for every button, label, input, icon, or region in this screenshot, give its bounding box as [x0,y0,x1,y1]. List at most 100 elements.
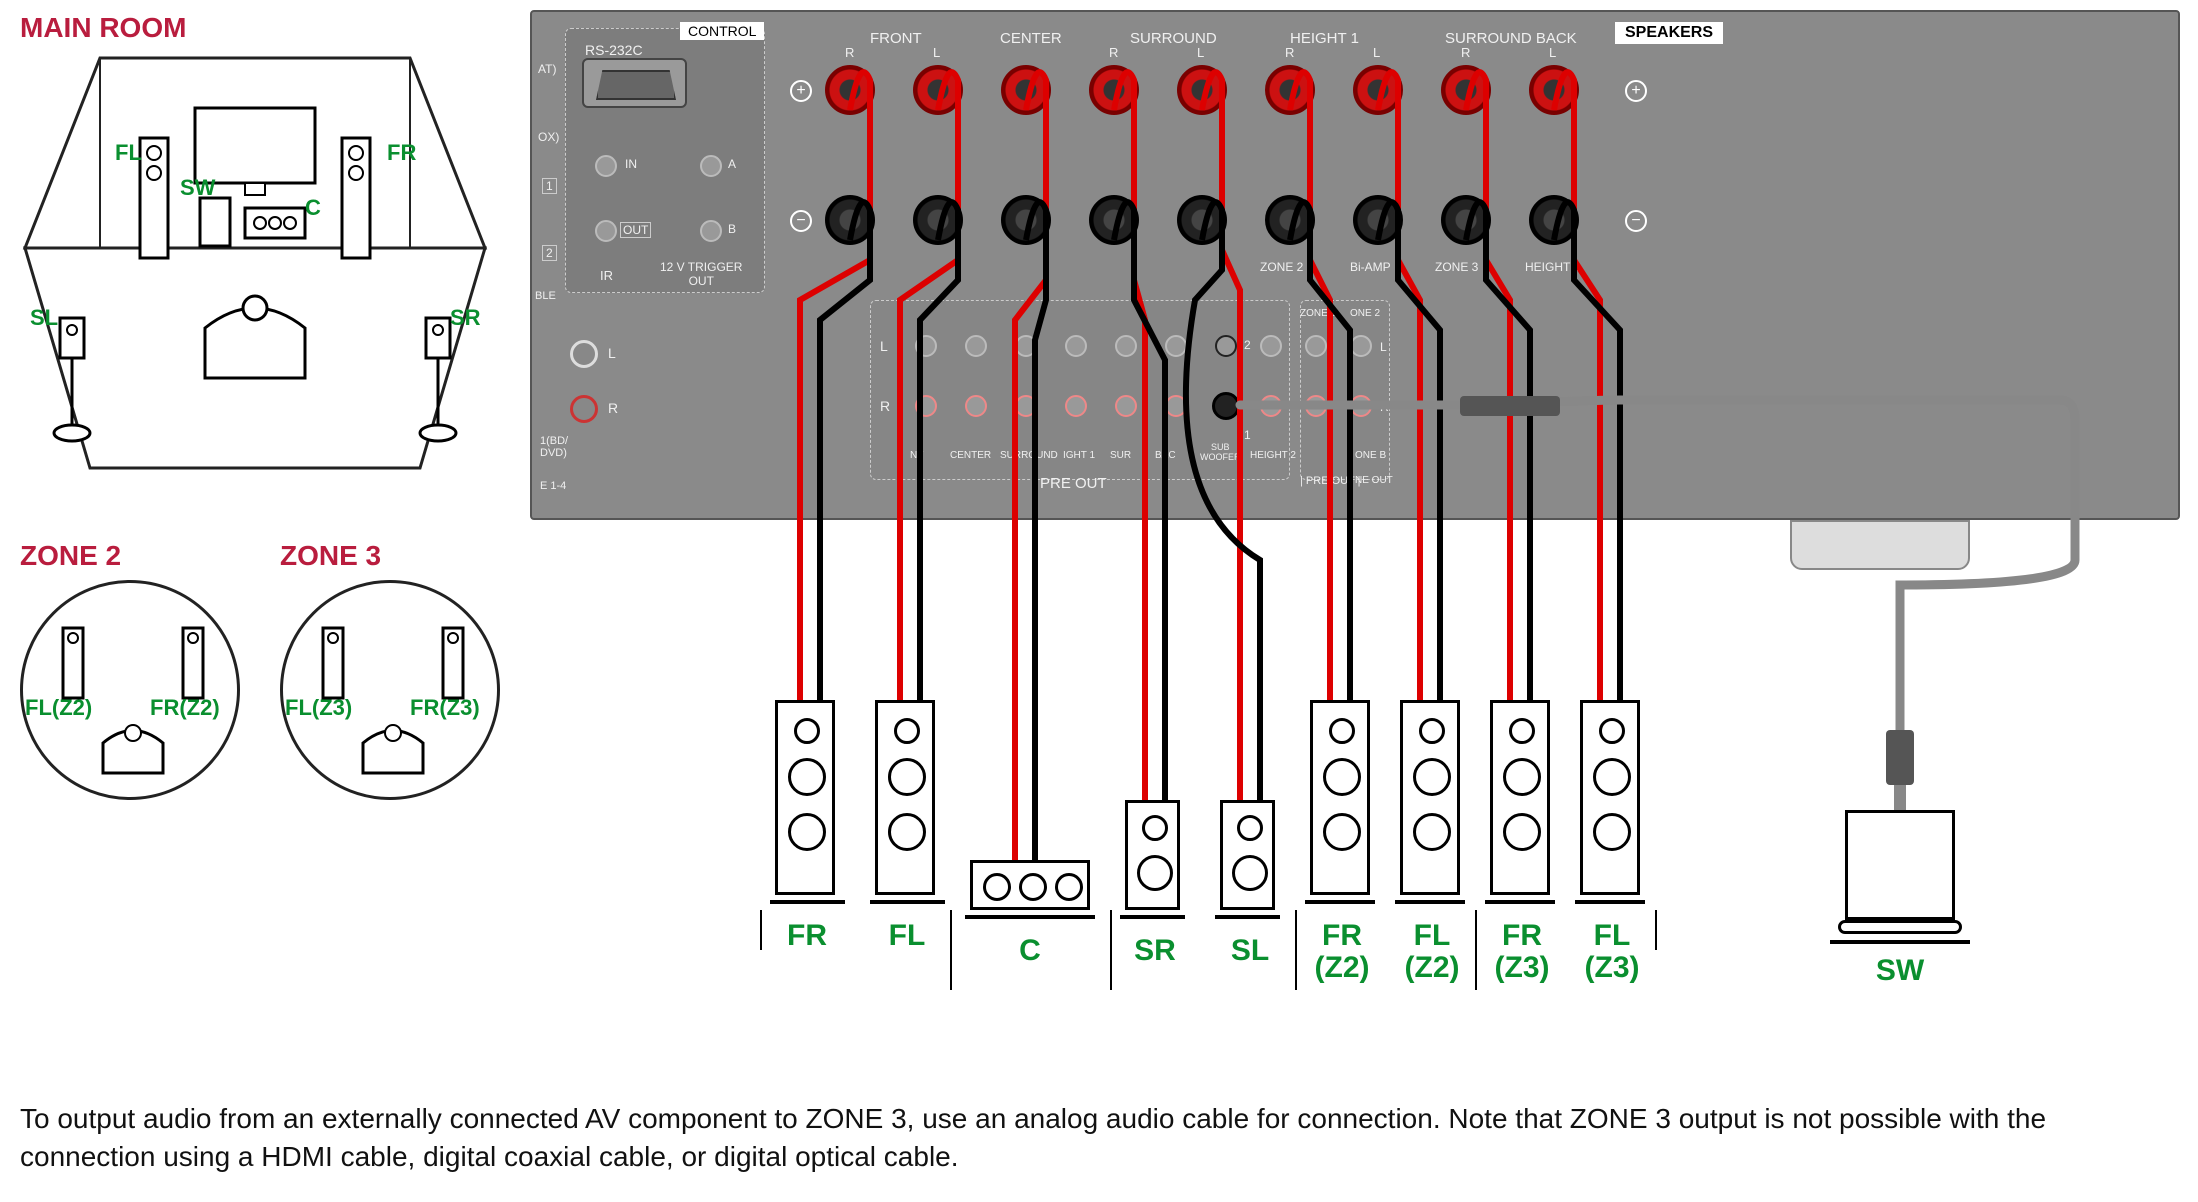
bp-surr-r-pos [1089,65,1139,115]
zp-lbl-zoneB: ONE B [1355,450,1386,461]
grp-front: FRONT [870,30,922,47]
preout-r: R [880,398,890,414]
lbl-lrca-l: L [608,345,616,361]
rca-bd-r [570,395,598,423]
po-lbl-sur: SURROUND [1000,450,1058,461]
bp-surr-l-neg [1177,195,1227,245]
po-2l [965,335,987,357]
ir-in-jack [595,155,617,177]
label-flz2: FL(Z2) [25,695,92,721]
bp-sb-r-pos [1441,65,1491,115]
po-3r [1015,395,1037,417]
lbl-at: AT) [538,62,556,76]
spk-flz2 [1400,700,1460,895]
lbl-2: 2 [542,245,557,261]
spk-fr [775,700,835,895]
bar-sl [1215,915,1280,919]
label-frz3: FR(Z3) [410,695,480,721]
bp-h1-l-neg [1353,195,1403,245]
rl-s-l: L [1197,45,1204,60]
lbl-lrca-r: R [608,400,618,416]
zp-z3-l [1305,335,1327,357]
receiver-lip [1790,520,1970,570]
spk-flz3 [1580,700,1640,895]
label-rs232c: RS-232C [585,42,643,58]
label-sw: SW [180,175,215,201]
trigger-b [700,220,722,242]
preout-l: L [880,338,888,354]
sublbl-h2: HEIGHT 2 [1525,260,1580,274]
bar-flz3 [1575,900,1645,904]
bp-h1-r-pos [1265,65,1315,115]
po-4r [1065,395,1087,417]
zp-lrow-r: R [1380,400,1389,414]
ul-frz3: FR (Z3) [1477,920,1567,983]
sublbl-zone2: ZONE 2 [1260,260,1303,274]
lbl-ble: BLE [535,290,556,302]
rl-f-l: L [933,45,940,60]
zone3-circle [280,580,500,800]
zone2-circle [20,580,240,800]
label-fl: FL [115,140,142,166]
po-lbl-bac: BAC [1155,450,1176,461]
ul-sw: SW [1855,955,1945,987]
bp-surr-r-neg [1089,195,1139,245]
bar-fr [770,900,845,904]
zp-lrow-l: L [1380,340,1387,354]
bar-frz2 [1305,900,1375,904]
bp-center-pos [1001,65,1051,115]
zp-z2-r [1350,395,1372,417]
bp-front-r-neg [825,195,875,245]
po-sw2 [1215,335,1237,357]
po-h2-l [1260,335,1282,357]
lbl-ox: OX) [538,130,559,144]
lbl-bd: 1(BD/ DVD) [540,435,568,459]
ul-fr: FR [762,920,852,952]
label-ir: IR [600,268,613,283]
po-5l [1115,335,1137,357]
label-a: A [728,157,736,171]
rca-bd-l [570,340,598,368]
bar-flz2 [1395,900,1465,904]
plus-right: + [1625,80,1647,102]
minus-right: − [1625,210,1647,232]
po-sw1-plugged [1212,392,1240,420]
label-trigger: 12 V TRIGGER OUT [660,260,742,288]
po-lbl-nt: NT [910,450,923,461]
zp-lbl-i: | PRE OUT | [1300,475,1361,487]
spk-fl [875,700,935,895]
label-c: C [305,195,321,221]
bp-front-l-neg [913,195,963,245]
spk-sw-base [1838,920,1962,934]
bar-sr [1120,915,1185,919]
lbl-preout: PRE OUT [1040,475,1107,492]
po-sw-num2: 2 [1244,338,1251,352]
footer-note: To output audio from an externally conne… [20,1100,2178,1176]
label-sr: SR [450,305,481,331]
zp-lbl-neout: NE OUT [1355,475,1393,486]
spk-c [970,860,1090,910]
rl-h-l: L [1373,45,1380,60]
spk-sl [1220,800,1275,910]
po-2r [965,395,987,417]
po-3l [1015,335,1037,357]
plus-left: + [790,80,812,102]
trigger-a [700,155,722,177]
label-fr: FR [387,140,416,166]
po-5r [1115,395,1137,417]
po-sw-num1: 1 [1244,428,1251,442]
spk-sw [1845,810,1955,920]
label-frz2: FR(Z2) [150,695,220,721]
bar-c [965,915,1095,919]
zp-z3: ZONE 3 [1300,308,1336,319]
rl-s-r: R [1109,45,1118,60]
bp-h1-r-neg [1265,195,1315,245]
po-1l [915,335,937,357]
bp-sb-l-pos [1529,65,1579,115]
label-sl: SL [30,305,58,331]
heading-main-room: MAIN ROOM [20,12,186,44]
ir-out-jack [595,220,617,242]
speakers-tag: SPEAKERS [1615,22,1723,44]
rl-h-r: R [1285,45,1294,60]
bar-fl [870,900,945,904]
